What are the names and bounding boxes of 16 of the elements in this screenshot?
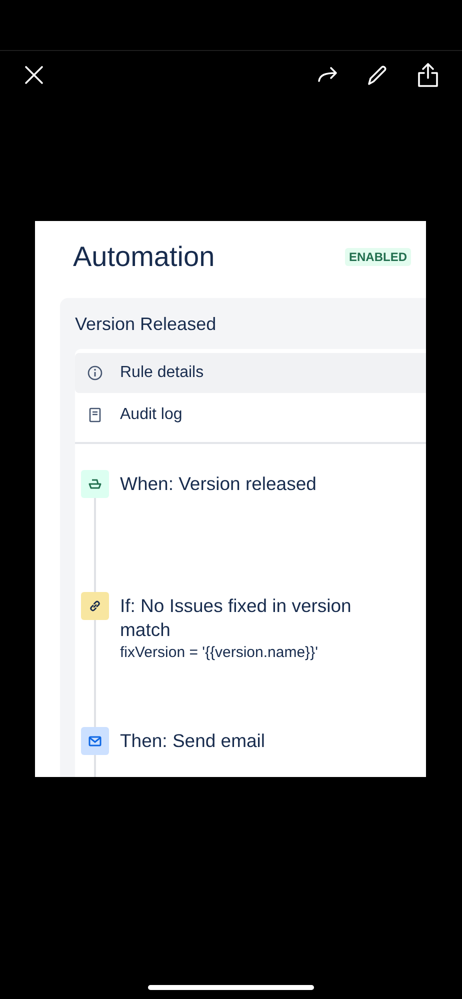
close-icon[interactable]: [22, 63, 46, 87]
rule-name: Version Released: [75, 314, 218, 335]
document-icon: [87, 407, 103, 423]
share-icon[interactable]: [416, 62, 440, 88]
step-detail: fixVersion = '{{version.name}}': [120, 644, 319, 661]
step-title: Then: Send email: [120, 729, 266, 753]
page-title: Automation: [73, 241, 215, 273]
link-icon: [88, 599, 102, 613]
step-title: When: Version released: [120, 472, 318, 496]
step-title: If: No Issues fixed in version match: [120, 594, 352, 642]
menu-item[interactable]: Audit log: [75, 395, 426, 435]
status-badge: ENABLED: [344, 248, 411, 266]
info-icon: [87, 365, 103, 381]
envelope-icon: [88, 734, 102, 748]
menu-item[interactable]: Rule details: [75, 353, 426, 393]
boat-icon: [88, 477, 102, 491]
